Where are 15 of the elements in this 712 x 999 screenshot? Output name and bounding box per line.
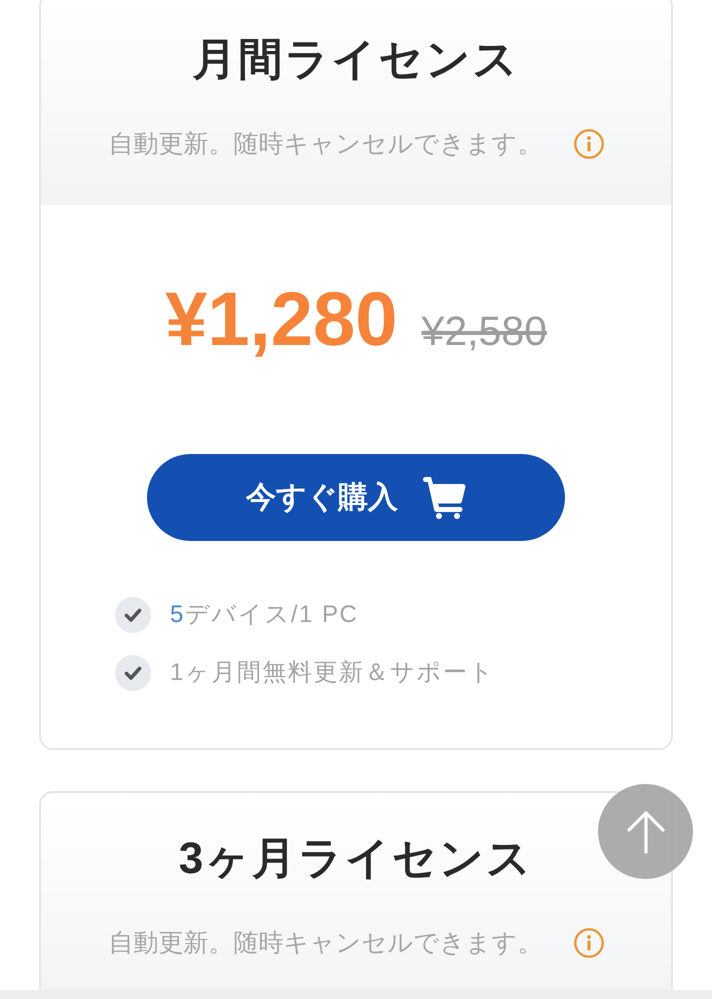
check-icon bbox=[115, 655, 151, 691]
buy-now-button[interactable]: 今すぐ購入 bbox=[147, 454, 565, 541]
current-price: ¥1,280 bbox=[165, 279, 398, 361]
arrow-up-icon bbox=[626, 810, 666, 854]
plan-subtitle: 自動更新。随時キャンセルできます。 bbox=[108, 129, 542, 160]
feature-text: 1ヶ月間無料更新＆サポート bbox=[170, 658, 495, 688]
plan-title: 月間ライセンス bbox=[192, 34, 520, 86]
info-icon[interactable] bbox=[574, 928, 604, 958]
feature-text: 5デバイス/1 PC bbox=[170, 600, 358, 630]
shopping-cart-icon bbox=[422, 476, 466, 518]
original-price: ¥2,580 bbox=[422, 308, 547, 354]
plan-subtitle: 自動更新。随時キャンセルできます。 bbox=[108, 928, 542, 959]
info-icon[interactable] bbox=[574, 129, 604, 159]
plan-title: 3ヶ月ライセンス bbox=[178, 833, 534, 885]
check-icon bbox=[115, 597, 151, 633]
